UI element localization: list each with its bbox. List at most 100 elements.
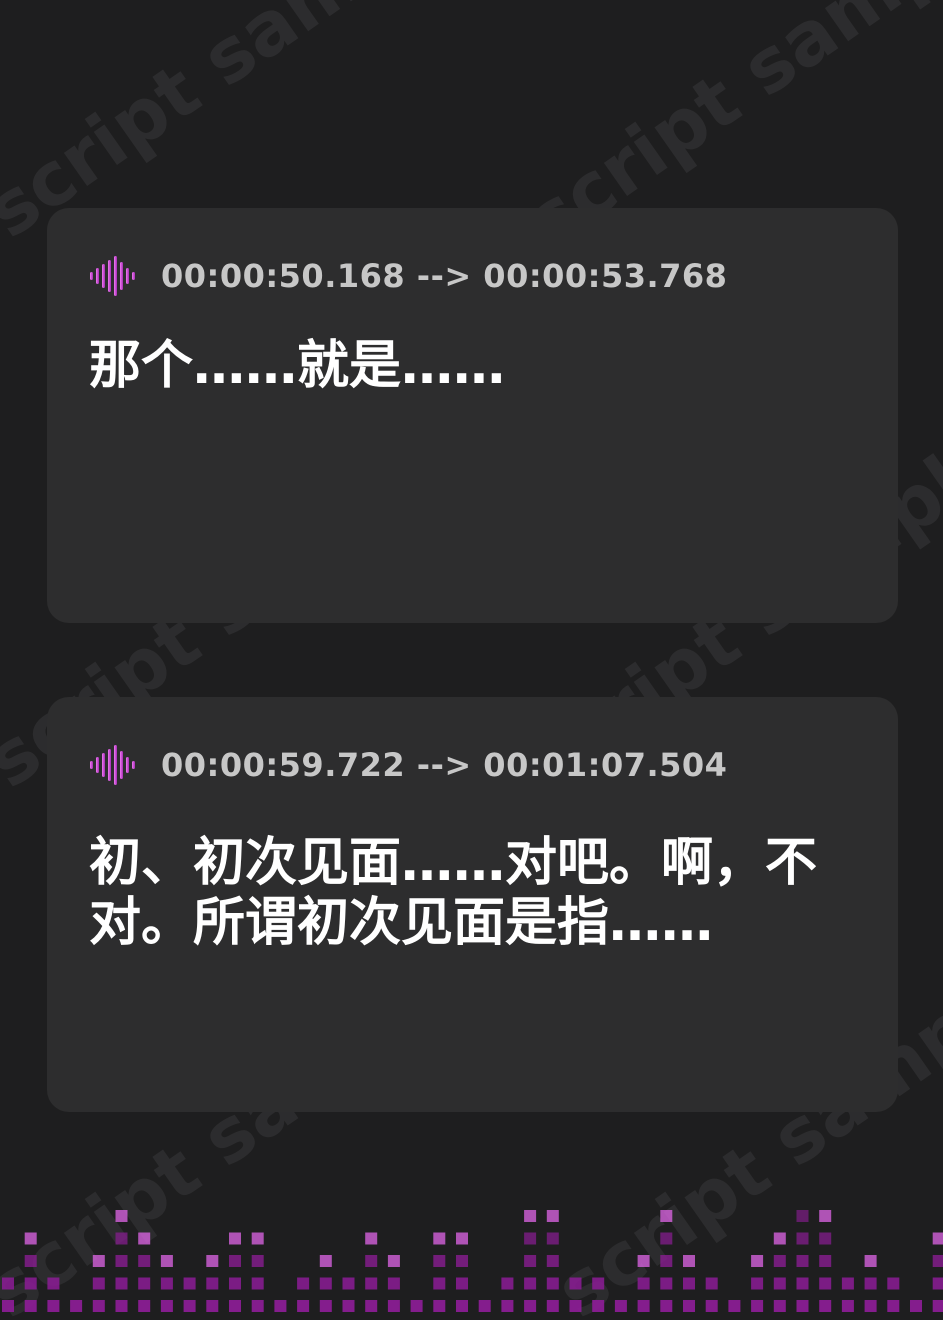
equalizer-block (932, 1300, 943, 1312)
equalizer-block (796, 1210, 809, 1222)
equalizer-block (410, 1300, 423, 1312)
equalizer-block (24, 1232, 37, 1245)
equalizer-block (365, 1277, 378, 1290)
equalizer-block (92, 1300, 105, 1312)
equalizer-block (2, 1300, 14, 1312)
equalizer-block (546, 1232, 559, 1245)
equalizer-block (433, 1277, 446, 1290)
equalizer-block (251, 1300, 264, 1312)
equalizer-block (683, 1277, 695, 1290)
equalizer-block (456, 1255, 468, 1267)
equalizer-block (342, 1300, 355, 1312)
equalizer-block (751, 1277, 764, 1290)
equalizer-block (24, 1300, 37, 1312)
equalizer-block (773, 1300, 786, 1312)
equalizer-block (229, 1255, 241, 1267)
equalizer-block (183, 1300, 196, 1312)
subtitle-text: 初、初次见面……对吧。啊，不对。所谓初次见面是指…… (89, 833, 818, 953)
equalizer-block (251, 1277, 264, 1290)
equalizer-block (660, 1300, 673, 1312)
equalizer-block (138, 1277, 151, 1290)
equalizer-block (115, 1232, 128, 1245)
equalizer-block (206, 1300, 219, 1312)
equalizer-block (796, 1255, 809, 1267)
equalizer-block (796, 1300, 809, 1312)
equalizer-block (206, 1255, 219, 1267)
equalizer-block (501, 1277, 514, 1290)
equalizer-block (47, 1300, 60, 1312)
equalizer-block (160, 1300, 173, 1312)
equalizer-block (297, 1300, 310, 1312)
equalizer-block (751, 1255, 764, 1267)
equalizer-block (501, 1300, 514, 1312)
timestamp: 00:00:50.168 --> 00:00:53.768 (161, 257, 728, 295)
equalizer-block (683, 1255, 695, 1267)
card-header: 00:00:50.168 --> 00:00:53.768 (89, 256, 727, 296)
equalizer-block (864, 1255, 877, 1267)
equalizer-block (456, 1277, 468, 1290)
subtitle-card: 00:00:59.722 --> 00:01:07.504 初、初次见面……对吧… (47, 697, 898, 1112)
equalizer-block (796, 1277, 809, 1290)
timestamp: 00:00:59.722 --> 00:01:07.504 (161, 746, 728, 784)
equalizer-block (887, 1277, 900, 1290)
equalizer-block (115, 1300, 128, 1312)
equalizer-block (796, 1232, 809, 1245)
equalizer-block (751, 1300, 764, 1312)
equalizer-block (524, 1255, 537, 1267)
equalizer-block (229, 1277, 241, 1290)
equalizer-block (387, 1277, 400, 1290)
equalizer-block (24, 1255, 37, 1267)
equalizer-block (683, 1300, 695, 1312)
equalizer-block (433, 1300, 446, 1312)
equalizer-block (546, 1255, 559, 1267)
equalizer-block (319, 1300, 332, 1312)
equalizer-block (524, 1210, 537, 1222)
equalizer-block (660, 1210, 673, 1222)
equalizer-block (705, 1300, 718, 1312)
equalizer-block (274, 1300, 287, 1312)
equalizer-block (524, 1300, 537, 1312)
equalizer-block (864, 1277, 877, 1290)
equalizer-block (160, 1255, 173, 1267)
equalizer-block (92, 1277, 105, 1290)
equalizer-block (138, 1300, 151, 1312)
equalizer-block (319, 1255, 332, 1267)
equalizer-block (637, 1255, 650, 1267)
equalizer-block (569, 1300, 582, 1312)
equalizer-block (183, 1277, 196, 1290)
equalizer-block (115, 1210, 128, 1222)
equalizer-block (251, 1232, 264, 1245)
equalizer-block (387, 1255, 400, 1267)
equalizer-block (705, 1277, 718, 1290)
equalizer-block (546, 1277, 559, 1290)
equalizer-block (592, 1300, 605, 1312)
equalizer-block (456, 1232, 468, 1245)
equalizer-block (2, 1277, 14, 1290)
equalizer-block (229, 1300, 241, 1312)
equalizer-block (932, 1232, 943, 1245)
equalizer-block (773, 1232, 786, 1245)
equalizer-block (660, 1232, 673, 1245)
equalizer-block (910, 1300, 922, 1312)
equalizer-block (637, 1277, 650, 1290)
equalizer-block (932, 1277, 943, 1290)
card-header: 00:00:59.722 --> 00:01:07.504 (89, 745, 727, 785)
equalizer-block (819, 1300, 832, 1312)
equalizer-block (887, 1300, 900, 1312)
equalizer-block (138, 1255, 151, 1267)
equalizer-block (728, 1300, 741, 1312)
equalizer-block (637, 1300, 650, 1312)
equalizer-block (456, 1300, 468, 1312)
equalizer-block (365, 1300, 378, 1312)
audio-waveform-icon (90, 745, 135, 785)
equalizer-block (365, 1255, 378, 1267)
equalizer-block (160, 1277, 173, 1290)
equalizer-block (433, 1232, 446, 1245)
equalizer-block (546, 1300, 559, 1312)
equalizer-block (342, 1277, 355, 1290)
equalizer-block (569, 1277, 582, 1290)
equalizer-block (660, 1255, 673, 1267)
equalizer-block (660, 1277, 673, 1290)
equalizer-block (546, 1210, 559, 1222)
equalizer-decoration (2, 1210, 943, 1312)
